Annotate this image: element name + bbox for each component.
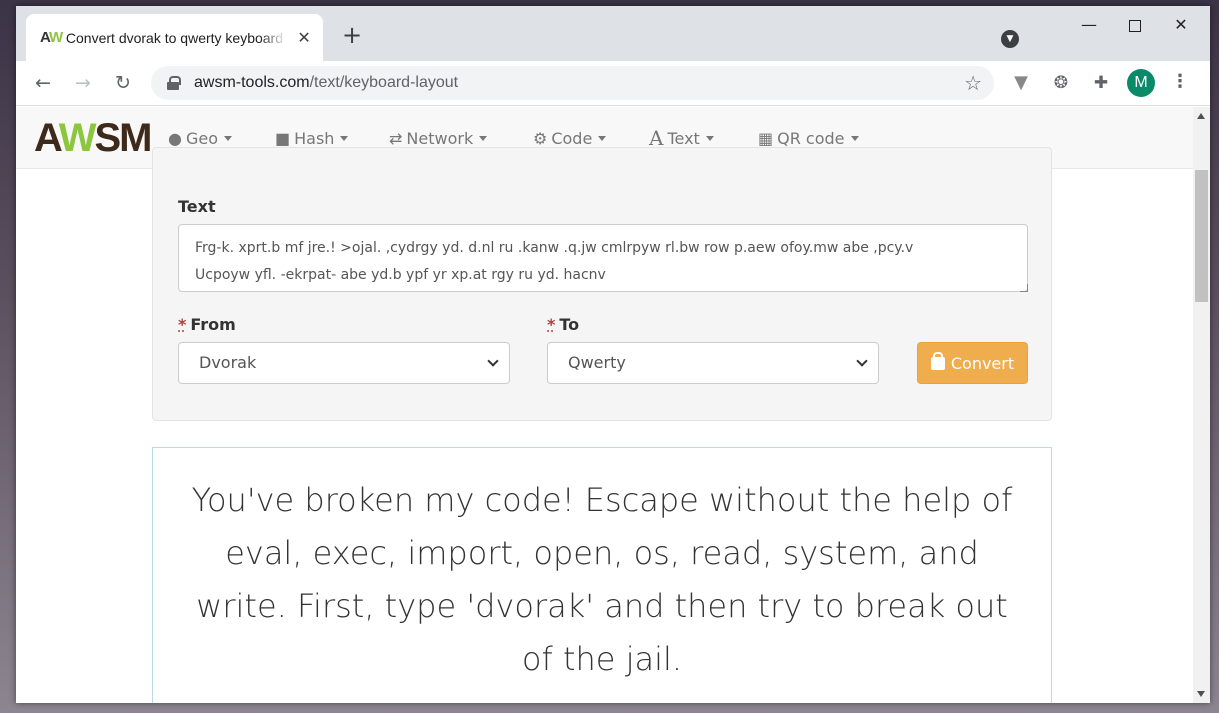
tab-search-icon[interactable]: ▼	[1001, 30, 1019, 48]
shopping-bag-icon	[930, 351, 945, 370]
caret-down-icon	[224, 135, 232, 141]
from-label: * From	[178, 315, 236, 334]
active-tab[interactable]: AW Convert dvorak to qwerty keyboard lay…	[26, 14, 323, 61]
page-viewport: AWSM ● Geo ■ Hash ⇄ Network ⚙ Code A Text ▦ QR…	[16, 107, 1193, 703]
caret-down-icon	[340, 135, 349, 141]
tab-close-icon[interactable]: ✕	[295, 28, 313, 47]
tab-strip: AW Convert dvorak to qwerty keyboard lay…	[16, 6, 1210, 61]
new-tab-button[interactable]: +	[342, 23, 362, 47]
scroll-down-arrow[interactable]	[1197, 691, 1205, 697]
text-input[interactable]: Frg-k. xprt.b mf jre.! >ojal. ,cydrgy yd…	[178, 224, 1028, 292]
to-label: * To	[547, 315, 580, 334]
caret-down-icon	[850, 135, 859, 141]
address-bar[interactable]: awsm-tools.com/text/keyboard-layout ☆	[151, 66, 994, 100]
caret-down-icon	[598, 135, 607, 141]
scrollbar[interactable]	[1193, 107, 1210, 703]
close-window-button[interactable]: ✕	[1158, 14, 1204, 36]
star-icon[interactable]: ☆	[964, 71, 982, 95]
tab-title: Convert dvorak to qwerty keyboard layout	[65, 29, 287, 46]
resize-handle[interactable]	[1020, 284, 1028, 292]
minimize-button[interactable]: —	[1066, 14, 1112, 36]
web-extension-icon[interactable]: ❂	[1049, 71, 1073, 95]
maximize-button[interactable]	[1112, 14, 1158, 36]
text-label: Text	[178, 197, 216, 216]
nav-geo[interactable]: ● Geo	[168, 127, 232, 149]
site-logo[interactable]: AWSM	[34, 115, 152, 161]
caret-down-icon	[479, 135, 488, 141]
caret-down-icon	[705, 135, 714, 141]
forward-icon[interactable]: →	[70, 70, 96, 96]
exchange-icon: ⇄	[389, 128, 403, 148]
chevron-down-icon	[487, 355, 499, 367]
extensions-icon[interactable]: ✚	[1089, 71, 1113, 95]
lock-icon: ■	[275, 128, 291, 148]
browser-toolbar: ← → ↻ awsm-tools.com/text/keyboard-layou…	[16, 61, 1210, 106]
globe-icon: ●	[168, 128, 182, 148]
avatar[interactable]: M	[1127, 69, 1155, 97]
back-icon[interactable]: ←	[30, 70, 56, 96]
convert-button[interactable]: Convert	[917, 342, 1028, 384]
chevron-down-icon	[856, 355, 868, 367]
nav-hash[interactable]: ■ Hash	[275, 127, 349, 149]
browser-window: AW Convert dvorak to qwerty keyboard lay…	[16, 6, 1210, 703]
output-box: You've broken my code! Escape without th…	[152, 447, 1052, 703]
qrcode-icon: ▦	[758, 128, 774, 148]
scroll-up-arrow[interactable]	[1197, 113, 1205, 119]
vuetify-extension-icon[interactable]: ▼	[1009, 71, 1033, 95]
nav-network[interactable]: ⇄ Network	[389, 127, 488, 149]
from-select[interactable]: Dvorak	[178, 342, 510, 384]
to-select[interactable]: Qwerty	[547, 342, 879, 384]
nav-code[interactable]: ⚙ Code	[533, 127, 607, 149]
nav-qr-code[interactable]: ▦ QR code	[758, 127, 859, 149]
scroll-thumb[interactable]	[1195, 170, 1208, 302]
menu-icon[interactable]: ⋮	[1168, 71, 1192, 92]
favicon-icon: AW	[40, 29, 63, 46]
convert-form: Text Frg-k. xprt.b mf jre.! >ojal. ,cydr…	[152, 147, 1052, 421]
gear-icon: ⚙	[533, 128, 548, 148]
nav-text[interactable]: A Text	[649, 126, 714, 150]
url-text[interactable]: awsm-tools.com/text/keyboard-layout	[194, 74, 458, 92]
lock-icon[interactable]	[167, 76, 181, 90]
reload-icon[interactable]: ↻	[110, 70, 136, 96]
